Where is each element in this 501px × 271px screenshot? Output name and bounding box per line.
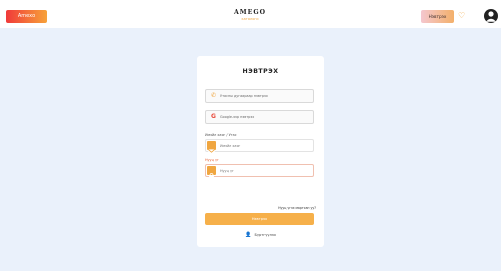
page-content: НЭВТРЭХ ✆ Утасны дугаараар нэвтрэх G Goo… bbox=[0, 28, 501, 271]
heart-icon[interactable]: ♡ bbox=[458, 11, 465, 20]
email-input[interactable] bbox=[220, 142, 310, 149]
email-label: Имэйл хаяг / Утас bbox=[205, 133, 237, 137]
login-submit-button[interactable]: Нэвтрэх bbox=[205, 213, 314, 225]
brand-logo[interactable]: AMEGO каталоги bbox=[222, 9, 278, 21]
user-icon[interactable] bbox=[483, 8, 499, 26]
password-label: Нууц үг bbox=[205, 158, 219, 162]
lock-icon bbox=[207, 166, 216, 180]
phone-login-button[interactable]: ✆ Утасны дугаараар нэвтрэх bbox=[205, 89, 314, 103]
login-card: НЭВТРЭХ ✆ Утасны дугаараар нэвтрэх G Goo… bbox=[197, 56, 324, 247]
forgot-password-link[interactable]: Нууц үгээ мартсан уу? bbox=[278, 206, 316, 210]
register-link[interactable]: 👤 Бүртгүүлэх bbox=[197, 232, 324, 238]
brand-subtitle: каталоги bbox=[241, 17, 259, 21]
phone-icon: ✆ bbox=[211, 92, 217, 99]
register-label: Бүртгүүлэх bbox=[254, 233, 276, 237]
google-login-button[interactable]: G Google-ээр нэвтрэх bbox=[205, 110, 314, 124]
google-icon: G bbox=[211, 113, 216, 120]
brand-badge-button[interactable]: Amexо bbox=[6, 10, 47, 23]
brand-name: AMEGO bbox=[233, 9, 267, 16]
password-input[interactable] bbox=[220, 167, 310, 174]
login-title: НЭВТРЭХ bbox=[242, 68, 279, 75]
password-field[interactable] bbox=[205, 164, 314, 180]
top-navbar: Amexо AMEGO каталоги Нэвтрэх ♡ bbox=[0, 0, 501, 28]
phone-login-label: Утасны дугаараар нэвтрэх bbox=[220, 94, 268, 98]
mail-icon bbox=[207, 141, 216, 154]
add-user-icon: 👤 bbox=[245, 232, 252, 238]
google-login-label: Google-ээр нэвтрэх bbox=[220, 115, 255, 119]
header-login-button[interactable]: Нэвтрэх bbox=[421, 10, 454, 23]
email-field[interactable] bbox=[205, 139, 314, 154]
